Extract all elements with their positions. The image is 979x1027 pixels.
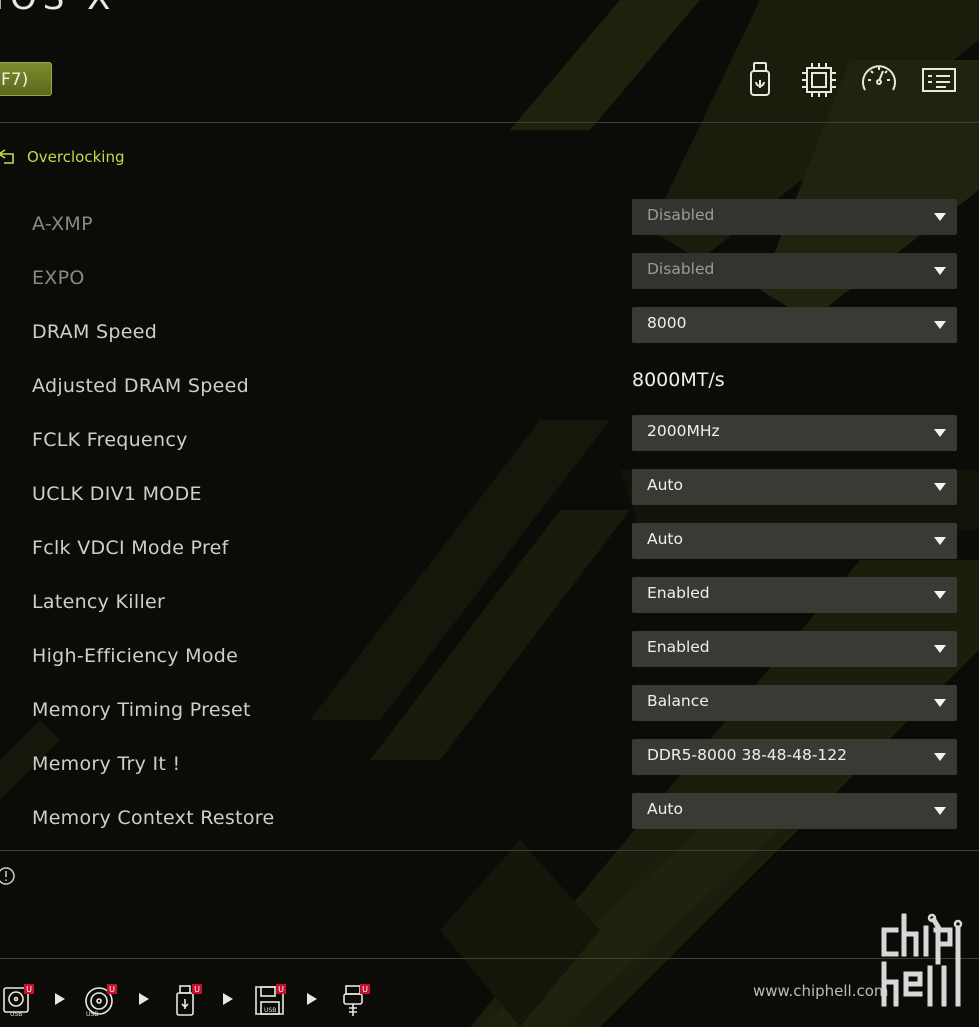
setting-label: FCLK Frequency: [32, 429, 188, 451]
svg-text:U: U: [194, 985, 200, 994]
setting-row-latency-killer: Latency Killer Enabled: [0, 577, 979, 631]
svg-text:USB: USB: [264, 1007, 276, 1014]
setting-row-fclk-vdci-mode-pref: Fclk VDCI Mode Pref Auto: [0, 523, 979, 577]
usb-key-icon[interactable]: U: [336, 982, 372, 1018]
setting-label: Fclk VDCI Mode Pref: [32, 537, 229, 559]
breadcrumb[interactable]: Overclocking: [0, 146, 124, 168]
select-value: Enabled: [647, 638, 710, 656]
memory-timing-preset-select[interactable]: Balance: [632, 685, 957, 721]
ez-mode-button[interactable]: F7): [0, 62, 52, 96]
back-arrow-icon[interactable]: [0, 147, 16, 167]
settings-divider: [0, 850, 979, 851]
usb-flash-icon[interactable]: [740, 60, 780, 100]
caret-down-icon: [934, 699, 946, 707]
setting-row-memory-timing-preset: Memory Timing Preset Balance: [0, 685, 979, 739]
svg-text:U: U: [278, 985, 284, 994]
header-divider: [0, 122, 979, 123]
fclk-vdci-mode-pref-select[interactable]: Auto: [632, 523, 957, 559]
select-value: Disabled: [647, 260, 715, 278]
dram-speed-select[interactable]: 8000: [632, 307, 957, 343]
footer-divider: [0, 958, 979, 959]
caret-down-icon: [934, 213, 946, 221]
chiphell-logo: [881, 913, 963, 1007]
bios-title: IOS X: [0, 0, 116, 18]
select-value: Auto: [647, 530, 683, 548]
caret-down-icon: [934, 429, 946, 437]
caret-down-icon: [934, 537, 946, 545]
a-xmp-select[interactable]: Disabled: [632, 199, 957, 235]
usb-flash-drive-icon[interactable]: U: [168, 982, 204, 1018]
uclk-div1-mode-select[interactable]: Auto: [632, 469, 957, 505]
select-value: Auto: [647, 476, 683, 494]
svg-text:U: U: [109, 985, 115, 994]
boot-order-arrow: [139, 993, 149, 1005]
setting-label: UCLK DIV1 MODE: [32, 483, 202, 505]
watermark-url: www.chiphell.com: [753, 982, 889, 1000]
high-efficiency-mode-select[interactable]: Enabled: [632, 631, 957, 667]
boot-order-arrow: [55, 993, 65, 1005]
memory-try-it-select[interactable]: DDR5-8000 38-48-48-122: [632, 739, 957, 775]
caret-down-icon: [934, 591, 946, 599]
svg-text:U: U: [26, 985, 32, 994]
caret-down-icon: [934, 321, 946, 329]
caret-down-icon: [934, 645, 946, 653]
select-value: Enabled: [647, 584, 710, 602]
select-value: Auto: [647, 800, 683, 818]
usb-floppy-icon[interactable]: U USB: [252, 982, 288, 1018]
setting-row-dram-speed: DRAM Speed 8000: [0, 307, 979, 361]
expo-select[interactable]: Disabled: [632, 253, 957, 289]
cpu-chip-icon[interactable]: [799, 60, 839, 100]
setting-row-fclk-frequency: FCLK Frequency 2000MHz: [0, 415, 979, 469]
setting-label: High-Efficiency Mode: [32, 645, 239, 667]
usb-hdd-icon[interactable]: U USB: [0, 982, 36, 1018]
adjusted-dram-speed-value: 8000MT/s: [632, 369, 725, 391]
setting-label: Adjusted DRAM Speed: [32, 375, 249, 397]
setting-row-a-xmp: A-XMP Disabled: [0, 199, 979, 253]
setting-row-memory-try-it: Memory Try It ! DDR5-8000 38-48-48-122: [0, 739, 979, 793]
setting-label: Latency Killer: [32, 591, 166, 613]
setting-row-uclk-div1-mode: UCLK DIV1 MODE Auto: [0, 469, 979, 523]
caret-down-icon: [934, 753, 946, 761]
fclk-frequency-select[interactable]: 2000MHz: [632, 415, 957, 451]
boot-order-arrow: [307, 993, 317, 1005]
select-value: 8000: [647, 314, 687, 332]
latency-killer-select[interactable]: Enabled: [632, 577, 957, 613]
usb-cd-icon[interactable]: U USB: [82, 982, 118, 1018]
setting-row-adjusted-dram-speed: Adjusted DRAM Speed 8000MT/s: [0, 361, 979, 415]
select-value: Disabled: [647, 206, 715, 224]
setting-row-expo: EXPO Disabled: [0, 253, 979, 307]
select-value: Balance: [647, 692, 709, 710]
svg-text:USB: USB: [86, 1011, 98, 1018]
caret-down-icon: [934, 483, 946, 491]
setting-label: DRAM Speed: [32, 321, 158, 343]
speedometer-icon[interactable]: [859, 60, 899, 100]
svg-text:U: U: [362, 985, 368, 994]
setting-label: Memory Context Restore: [32, 807, 275, 829]
caret-down-icon: [934, 267, 946, 275]
setting-label: A-XMP: [32, 213, 93, 235]
setting-label: EXPO: [32, 267, 85, 289]
caret-down-icon: [934, 807, 946, 815]
setting-row-high-efficiency-mode: High-Efficiency Mode Enabled: [0, 631, 979, 685]
select-value: 2000MHz: [647, 422, 720, 440]
setting-label: Memory Try It !: [32, 753, 181, 775]
info-circle-icon[interactable]: [0, 866, 16, 886]
select-value: DDR5-8000 38-48-48-122: [647, 746, 848, 764]
breadcrumb-overclocking[interactable]: Overclocking: [27, 148, 124, 166]
svg-text:USB: USB: [10, 1011, 22, 1018]
memory-context-restore-select[interactable]: Auto: [632, 793, 957, 829]
setting-label: Memory Timing Preset: [32, 699, 251, 721]
id-card-icon[interactable]: [919, 60, 959, 100]
setting-row-memory-context-restore: Memory Context Restore Auto: [0, 793, 979, 847]
boot-order-arrow: [223, 993, 233, 1005]
